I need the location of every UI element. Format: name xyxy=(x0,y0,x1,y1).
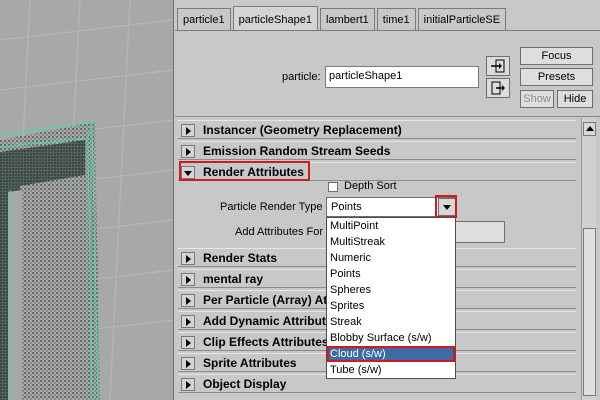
input-connections-button[interactable] xyxy=(486,56,510,76)
expand-arrow-icon[interactable] xyxy=(181,357,195,370)
depth-sort-label: Depth Sort xyxy=(344,180,397,192)
section-title: mental ray xyxy=(203,272,264,286)
section-instancer[interactable]: Instancer (Geometry Replacement) xyxy=(178,120,576,139)
depth-sort-checkbox[interactable] xyxy=(328,182,338,192)
section-title: Add Dynamic Attributes xyxy=(203,314,340,328)
tab-divider xyxy=(175,30,600,31)
add-attributes-for-label: Add Attributes For xyxy=(235,226,324,238)
node-name-field[interactable]: particleShape1 xyxy=(325,66,479,88)
dropdown-option-sprites[interactable]: Sprites xyxy=(327,298,455,314)
focus-button[interactable]: Focus xyxy=(520,47,593,65)
section-title: Sprite Attributes xyxy=(203,356,297,370)
section-title: Render Stats xyxy=(203,251,278,265)
tab-particle1[interactable]: particle1 xyxy=(177,8,231,30)
header-separator xyxy=(175,116,600,117)
dropdown-option-spheres[interactable]: Spheres xyxy=(327,282,455,298)
section-title: Emission Random Stream Seeds xyxy=(203,144,391,158)
expand-arrow-icon[interactable] xyxy=(181,294,195,307)
expand-arrow-icon[interactable] xyxy=(181,273,195,286)
hide-button[interactable]: Hide xyxy=(557,90,593,108)
particle-render-type-label: Particle Render Type xyxy=(220,201,323,213)
viewport-panel[interactable] xyxy=(0,0,174,400)
expand-arrow-icon[interactable] xyxy=(181,252,195,265)
output-connections-button[interactable] xyxy=(486,78,510,98)
expand-arrow-icon[interactable] xyxy=(181,145,195,158)
node-tabs: particle1 particleShape1 lambert1 time1 … xyxy=(177,6,508,30)
section-title: Instancer (Geometry Replacement) xyxy=(203,123,402,137)
presets-button[interactable]: Presets xyxy=(520,68,593,86)
node-name-label: particle: xyxy=(282,71,321,83)
highlight-box-dropdown-button xyxy=(435,195,457,218)
dropdown-option-points[interactable]: Points xyxy=(327,266,455,282)
dropdown-option-tube[interactable]: Tube (s/w) xyxy=(327,362,455,378)
output-arrow-icon xyxy=(491,81,505,95)
expand-arrow-icon[interactable] xyxy=(181,124,195,137)
tab-initialparticlese[interactable]: initialParticleSE xyxy=(417,8,507,30)
dropdown-option-numeric[interactable]: Numeric xyxy=(327,250,455,266)
dropdown-option-multistreak[interactable]: MultiStreak xyxy=(327,234,455,250)
highlight-box-render-attributes xyxy=(179,161,310,181)
expand-arrow-icon[interactable] xyxy=(181,378,195,391)
input-arrow-icon xyxy=(491,59,505,73)
section-title: Clip Effects Attributes xyxy=(203,335,329,349)
dropdown-option-cloud[interactable]: Cloud (s/w) xyxy=(327,346,455,362)
tab-lambert1[interactable]: lambert1 xyxy=(319,8,375,30)
show-button[interactable]: Show xyxy=(520,90,554,108)
dropdown-option-streak[interactable]: Streak xyxy=(327,314,455,330)
tab-particleshape1[interactable]: particleShape1 xyxy=(232,6,318,30)
expand-arrow-icon[interactable] xyxy=(181,315,195,328)
dropdown-option-multipoint[interactable]: MultiPoint xyxy=(327,218,455,234)
tab-time1[interactable]: time1 xyxy=(376,8,416,30)
scrollbar-thumb[interactable] xyxy=(583,228,596,396)
attribute-list: Instancer (Geometry Replacement) Emissio… xyxy=(175,118,581,400)
render-type-dropdown-list: MultiPoint MultiStreak Numeric Points Sp… xyxy=(326,217,456,379)
expand-arrow-icon[interactable] xyxy=(181,336,195,349)
vertical-scrollbar[interactable] xyxy=(581,118,596,400)
scroll-up-icon[interactable] xyxy=(583,122,596,136)
section-emission-random-stream-seeds[interactable]: Emission Random Stream Seeds xyxy=(178,141,576,160)
attribute-editor: particle1 particleShape1 lambert1 time1 … xyxy=(175,0,600,400)
particle-viewport-render xyxy=(0,0,173,400)
section-title: Object Display xyxy=(203,377,287,391)
dropdown-option-blobby-surface[interactable]: Blobby Surface (s/w) xyxy=(327,330,455,346)
